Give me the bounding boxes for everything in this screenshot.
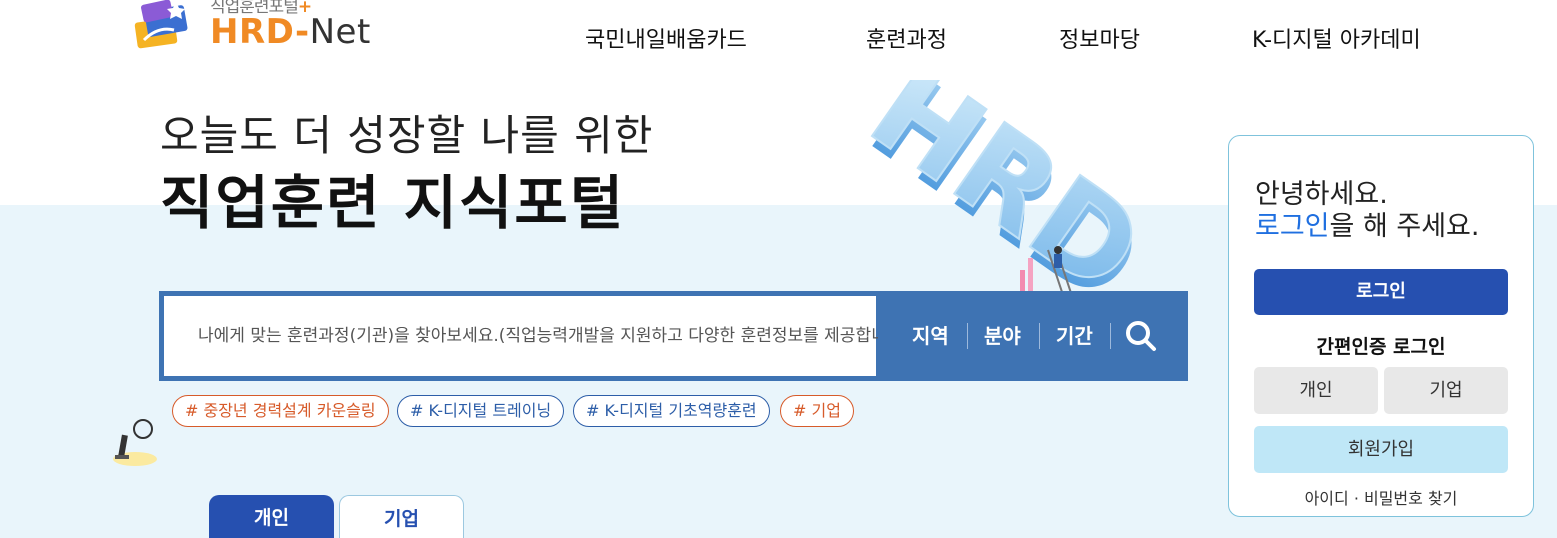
filter-divider bbox=[967, 323, 968, 349]
login-button[interactable]: 로그인 bbox=[1254, 269, 1508, 315]
filter-field[interactable]: 분야 bbox=[984, 291, 1021, 381]
search-bar: 지역 분야 기간 bbox=[159, 291, 1188, 381]
easy-login-title: 간편인증 로그인 bbox=[1316, 336, 1446, 358]
easy-login-personal-button[interactable]: 개인 bbox=[1254, 367, 1378, 414]
hrd-3d-illustration: HRD HRD bbox=[845, 80, 1166, 300]
hero-title: 직업훈련 지식포털 bbox=[160, 169, 626, 237]
find-id-password-link[interactable]: 아이디 · 비밀번호 찾기 bbox=[1229, 485, 1533, 509]
magnifier-illustration-icon bbox=[113, 419, 157, 466]
filter-period[interactable]: 기간 bbox=[1056, 291, 1093, 381]
tag-k-digital-training[interactable]: # K-디지털 트레이닝 bbox=[397, 395, 565, 427]
signup-button[interactable]: 회원가입 bbox=[1254, 426, 1508, 473]
tag-company[interactable]: # 기업 bbox=[780, 395, 854, 427]
nav-item-training-courses[interactable]: 훈련과정 bbox=[866, 22, 947, 54]
logo-mark-icon bbox=[134, 0, 188, 49]
filter-divider bbox=[1039, 323, 1040, 349]
greeting-login-link[interactable]: 로그인 bbox=[1255, 211, 1330, 242]
tag-k-digital-basic[interactable]: # K-디지털 기초역량훈련 bbox=[573, 395, 770, 427]
tag-midcareer-counseling[interactable]: # 중장년 경력설계 카운슬링 bbox=[172, 395, 389, 427]
tab-company[interactable]: 기업 bbox=[339, 495, 464, 538]
login-card: 안녕하세요. 로그인을 해 주세요. 로그인 간편인증 로그인 개인 기업 회원… bbox=[1228, 135, 1534, 517]
search-box bbox=[164, 296, 878, 376]
search-icon[interactable] bbox=[1124, 319, 1158, 353]
page: 직업훈련포털+ HRD-Net 국민내일배움카드 훈련과정 정보마당 K-디지털… bbox=[0, 0, 1557, 538]
filter-region[interactable]: 지역 bbox=[912, 291, 949, 381]
search-input[interactable] bbox=[198, 296, 878, 376]
nav-item-k-digital-academy[interactable]: K-디지털 아카데미 bbox=[1252, 22, 1421, 54]
nav-item-learning-card[interactable]: 국민내일배움카드 bbox=[585, 22, 747, 54]
logo[interactable]: 직업훈련포털+ HRD-Net bbox=[132, 0, 392, 52]
tab-personal[interactable]: 개인 bbox=[209, 495, 334, 538]
greeting-line2: 로그인을 해 주세요. bbox=[1255, 204, 1479, 243]
easy-login-company-button[interactable]: 기업 bbox=[1384, 367, 1508, 414]
nav-item-info[interactable]: 정보마당 bbox=[1059, 22, 1140, 54]
greeting-rest: 을 해 주세요. bbox=[1329, 211, 1480, 242]
logo-wordmark: HRD-Net bbox=[210, 12, 371, 52]
filter-divider bbox=[1110, 323, 1111, 349]
hero-subtitle: 오늘도 더 성장할 나를 위한 bbox=[160, 111, 654, 160]
